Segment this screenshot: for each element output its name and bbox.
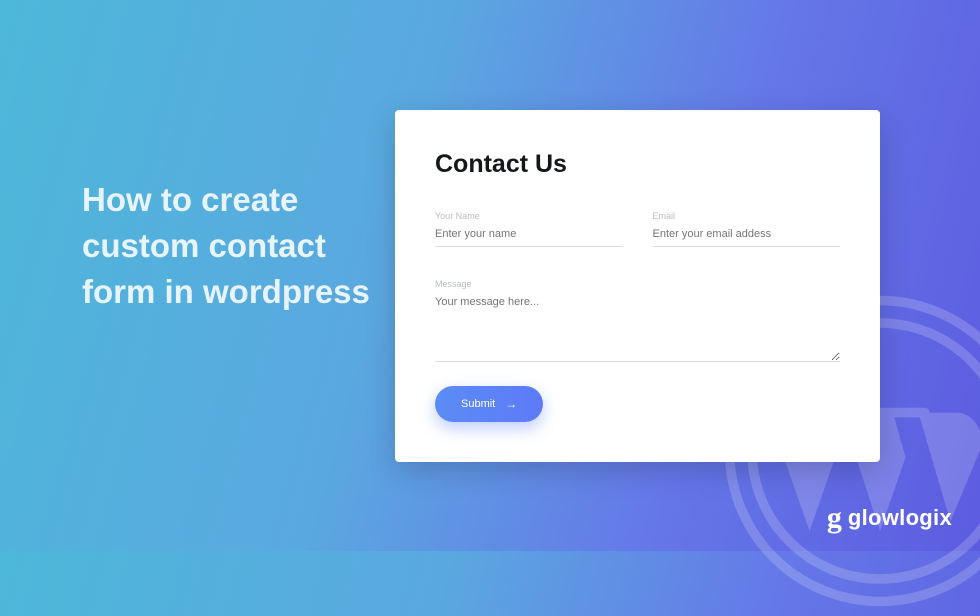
- contact-form-card: Contact Us Your Name Email Message Submi…: [395, 110, 880, 462]
- message-label: Message: [435, 279, 840, 289]
- message-field: Message: [435, 279, 840, 362]
- form-title: Contact Us: [435, 150, 840, 179]
- email-input[interactable]: [653, 224, 841, 247]
- message-textarea[interactable]: [435, 292, 840, 362]
- email-label: Email: [653, 211, 841, 221]
- name-input[interactable]: [435, 224, 623, 247]
- brand: g glowlogix: [827, 503, 952, 533]
- submit-button[interactable]: Submit →: [435, 386, 543, 422]
- page-headline: How to create custom contact form in wor…: [82, 177, 382, 316]
- brand-text: glowlogix: [848, 505, 952, 531]
- name-field: Your Name: [435, 211, 623, 247]
- email-field: Email: [653, 211, 841, 247]
- brand-mark-icon: g: [827, 503, 842, 533]
- name-label: Your Name: [435, 211, 623, 221]
- arrow-right-icon: →: [505, 397, 517, 411]
- submit-button-label: Submit: [461, 398, 495, 410]
